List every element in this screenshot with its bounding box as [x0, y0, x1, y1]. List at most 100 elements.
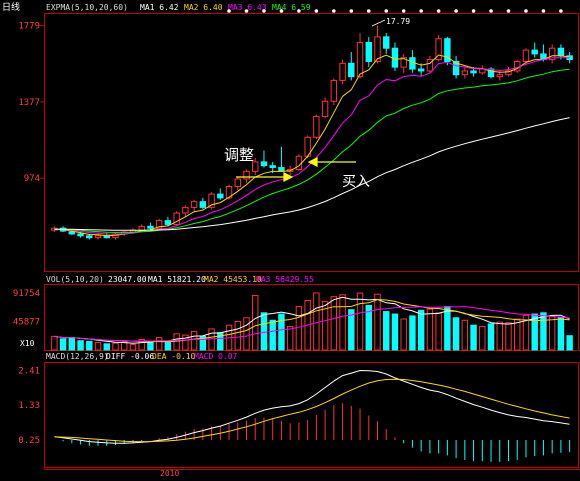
volume-bar-up — [51, 335, 58, 351]
period-label: 日线 — [2, 1, 20, 13]
candle-down — [68, 231, 76, 235]
volume-bar-down — [383, 311, 390, 351]
candle-up — [243, 170, 250, 180]
candle-down — [391, 47, 399, 68]
volume-bar-up — [514, 318, 521, 351]
info-dot — [262, 9, 266, 13]
candle-down — [260, 161, 268, 167]
volume-bar-up — [435, 312, 442, 351]
info-dot — [559, 9, 563, 13]
volume-bar-up — [94, 342, 102, 351]
peak-price-label: 17.79 — [386, 17, 410, 26]
volume-ma1-value: MA1 51821.20 — [148, 275, 206, 284]
volume-bar-down — [417, 309, 425, 351]
expma-ma4-value: MA4 6.59 — [272, 3, 311, 12]
candle-up — [330, 79, 338, 102]
info-dot — [524, 9, 528, 13]
volume-bar-up — [479, 325, 486, 351]
volume-y-tick: 45877 — [13, 318, 40, 328]
volume-bar-down — [59, 338, 67, 351]
volume-bar-down — [164, 342, 172, 351]
stock-chart-window: 日线 EXPMA(5,10,20,60) MA1 6.42 MA2 6.40 M… — [0, 0, 580, 478]
annotation-adjust-text: 调整 — [224, 146, 254, 164]
macd-diff-value: DIFF -0.06 — [106, 352, 154, 361]
volume-bar-down — [452, 317, 460, 351]
x-axis-year-label: 2010 — [160, 469, 179, 477]
candle-down — [365, 42, 372, 62]
candle-up — [138, 225, 145, 231]
candle-down — [199, 201, 207, 208]
info-dot — [227, 9, 231, 13]
candle-up — [356, 42, 364, 78]
info-dot — [297, 9, 301, 13]
candle-up — [496, 74, 503, 78]
candle-down — [217, 193, 224, 199]
macd-y-tick: 0.25 — [18, 436, 40, 446]
volume-bar-up — [286, 325, 294, 351]
volume-bar-up — [461, 319, 469, 351]
volume-bar-up — [330, 296, 338, 351]
info-dot — [506, 9, 511, 13]
volume-current-value: 23047.00 — [108, 275, 147, 284]
candle-down — [147, 225, 154, 229]
macd-y-tick: 1.33 — [18, 401, 40, 411]
volume-bar-down — [391, 313, 399, 351]
volume-bar-up — [374, 293, 381, 351]
candle-up — [94, 235, 102, 239]
candle-up — [190, 201, 198, 208]
info-dot — [454, 9, 458, 13]
volume-bar-up — [155, 337, 163, 351]
candle-down — [348, 62, 355, 78]
candle-up — [461, 70, 469, 76]
info-dot — [384, 9, 389, 13]
candle-down — [86, 235, 93, 239]
info-dot — [419, 9, 423, 13]
candle-down — [470, 70, 477, 74]
expma-header-name: EXPMA(5,10,20,60) — [46, 3, 128, 12]
volume-bar-up — [295, 306, 303, 351]
info-dot — [279, 9, 284, 13]
volume-bar-down — [409, 315, 416, 351]
info-dot — [332, 9, 336, 13]
volume-bar-up — [190, 330, 198, 351]
volume-bar-down — [557, 317, 565, 351]
volume-bar-up — [548, 315, 556, 351]
volume-bar-down — [540, 312, 547, 351]
main-y-tick: 1377 — [18, 98, 40, 108]
main-y-tick: 974 — [24, 174, 40, 184]
info-dot — [314, 9, 319, 13]
volume-bar-down — [68, 337, 76, 351]
candle-up — [479, 68, 486, 74]
info-dot — [401, 9, 406, 13]
info-dot — [244, 9, 249, 13]
info-dot — [541, 9, 546, 13]
volume-bar-up — [173, 333, 180, 351]
expma-ma2-value: MA2 6.40 — [184, 3, 223, 12]
volume-bar-up — [400, 318, 407, 351]
volume-unit-label: X10 — [20, 339, 35, 348]
volume-bar-up — [339, 294, 346, 351]
volume-bar-down — [86, 340, 93, 351]
chart-canvas[interactable]: 日线 EXPMA(5,10,20,60) MA1 6.42 MA2 6.40 M… — [0, 0, 580, 478]
volume-bar-down — [77, 340, 84, 351]
expma-ma1-value: MA1 6.42 — [140, 3, 179, 12]
candle-down — [409, 57, 416, 70]
candle-up — [321, 100, 329, 117]
volume-ma2-value: MA2 45453.10 — [204, 275, 262, 284]
info-dot — [349, 9, 354, 13]
volume-bar-down — [566, 335, 573, 351]
info-dot — [489, 9, 493, 13]
volume-bar-down — [260, 312, 268, 351]
candle-down — [383, 36, 390, 49]
candle-down — [557, 47, 565, 57]
info-dot — [366, 9, 371, 13]
candle-up — [522, 49, 530, 62]
volume-y-tick: 91754 — [13, 289, 40, 299]
volume-bar-down — [470, 324, 477, 351]
volume-bar-up — [356, 292, 364, 351]
candle-up — [313, 115, 320, 138]
volume-bar-up — [426, 308, 434, 351]
macd-macd-value: MACD 0.07 — [194, 352, 238, 361]
annotation-buy-text: 买入 — [342, 174, 370, 190]
volume-bar-up — [243, 317, 250, 351]
